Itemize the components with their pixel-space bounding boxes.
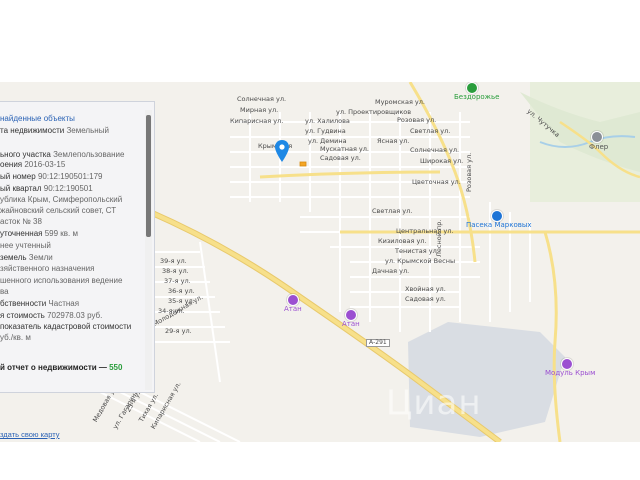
poi-label[interactable]: Бездорожье [454,94,499,101]
panel-row: уточненная 599 кв. м [0,229,78,238]
street-label: Широкая ул. [420,157,464,165]
street-label: Мускатная ул. [320,145,370,153]
street-label: Муромская ул. [375,98,425,106]
poi-label[interactable]: Атан [342,321,360,328]
info-panel[interactable]: найденные объекты та недвижимости Земель… [0,101,155,393]
panel-row: ублика Крым, Симферопольский [0,195,123,204]
poi-fler-icon[interactable] [591,131,603,143]
report-link[interactable]: й отчет о недвижимости — 550 [0,364,122,372]
street-label: Садовая ул. [405,295,446,303]
panel-row: бственности Частная [0,299,80,308]
poi-label[interactable]: Атан [284,306,302,313]
street-label: Мирная ул. [240,106,279,114]
street-label: ул. Крымской Весны [385,257,456,265]
panel-row: асток № 38 [0,217,42,226]
street-label: Солнечная ул. [237,95,287,103]
poi-label[interactable]: Флер [589,144,608,151]
street-label: 29-я ул. [165,327,192,335]
panel-row: нее учтенный [0,241,51,250]
panel-row: показатель кадастровой стоимости [0,322,132,331]
street-label: ул. Гудвина [305,127,346,135]
panel-row: шенного использования ведение [0,276,123,285]
street-label: ул. Демина [308,137,347,145]
panel-row: ый номер 90:12:190501:179 [0,172,103,181]
street-label: Розовая ул. [397,116,437,124]
street-label: Садовая ул. [320,154,361,162]
panel-row: земель Земли [0,253,53,262]
street-label: Дачная ул. [372,267,410,275]
panel-row: ва [0,287,9,296]
panel-row: ый квартал 90:12:190501 [0,184,93,193]
street-label: Кипарисная ул. [230,117,284,125]
street-label: 37-я ул. [164,277,191,285]
street-label: Хвойная ул. [405,285,446,293]
street-label: Цветочная ул. [412,178,461,186]
street-label: ул. Халилова [305,117,350,125]
panel-scrollbar-thumb[interactable] [146,115,151,237]
street-label: 38-я ул. [162,267,189,275]
watermark: Циан [386,383,482,423]
street-label: Светлая ул. [410,127,451,135]
street-label: Ясная ул. [377,137,410,145]
street-label: Кизиловая ул. [378,237,427,245]
panel-row: жайновский сельский совет, СТ [0,206,117,215]
panel-title: найденные объекты [0,114,75,123]
street-label: Солнечная ул. [410,146,460,154]
street-label: ул. Проектировщиков [336,108,412,116]
property-highlight [299,161,307,167]
main-road [259,170,441,179]
poi-label[interactable]: Модуль Крым [545,370,595,377]
street-label: Лесной пр. [435,219,443,257]
panel-row: та недвижимости Земельный [0,126,109,135]
panel-row: я стоимость 702978.03 руб. [0,311,103,320]
panel-row: зяйственного назначения [0,264,95,273]
street-label: Тенистая ул. [395,247,439,255]
street-label: Светлая ул. [372,207,413,215]
create-map-link[interactable]: здать свою карту [0,430,60,439]
street-label: Центральная ул. [396,227,454,235]
poi-label[interactable]: Пасека Марковых [466,222,532,229]
panel-row: оения 2016-03-15 [0,160,66,169]
street-label: 36-я ул. [168,287,195,295]
panel-row: ьного участка Землепользование [0,150,125,159]
location-marker-icon[interactable] [275,140,289,162]
street-label: Розовая ул. [465,152,473,192]
street-label: 39-я ул. [160,257,187,265]
panel-row: уб./кв. м [0,333,31,342]
highway-shield: А-291 [366,339,390,347]
